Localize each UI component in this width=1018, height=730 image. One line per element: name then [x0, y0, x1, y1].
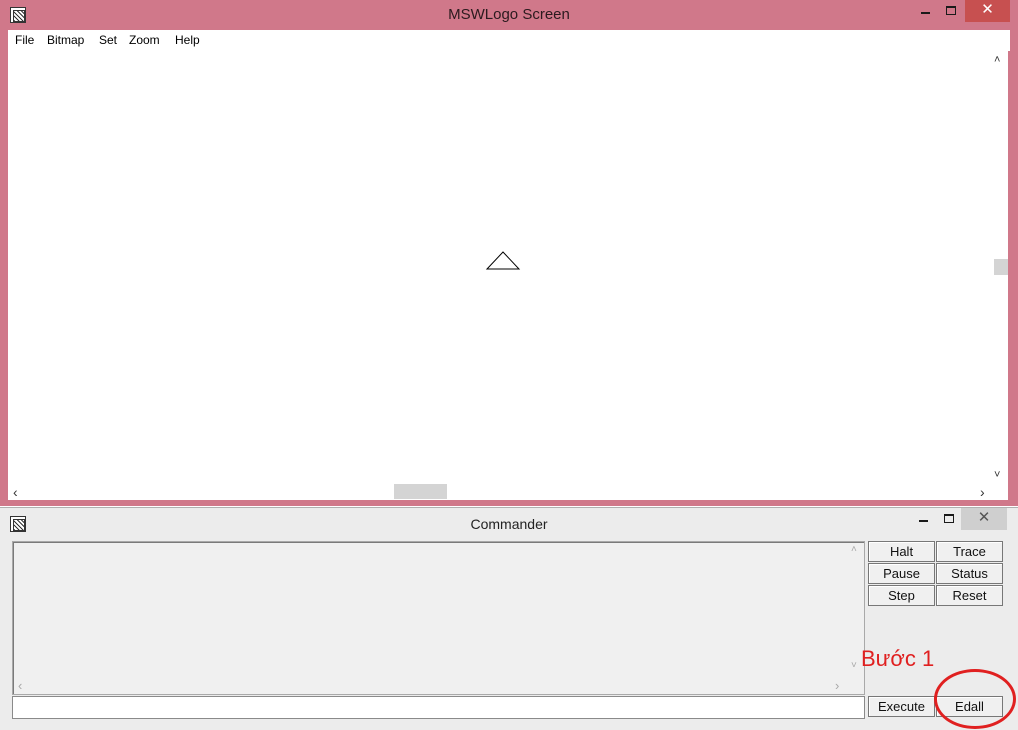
output-scroll-up-icon[interactable]: ˄: [851, 544, 857, 555]
reset-button[interactable]: Reset: [936, 585, 1003, 606]
command-input[interactable]: [12, 696, 865, 719]
halt-button[interactable]: Halt: [868, 541, 935, 562]
status-button[interactable]: Status: [936, 563, 1003, 584]
maximize-button[interactable]: [939, 0, 963, 22]
close-button[interactable]: ✕: [965, 0, 1010, 22]
commander-maximize-button[interactable]: [937, 508, 961, 530]
close-icon: ✕: [977, 509, 991, 526]
output-scroll-down-icon[interactable]: ˅: [851, 660, 857, 671]
scroll-up-icon[interactable]: ˄: [994, 54, 1000, 66]
commander-titlebar[interactable]: Commander ✕: [0, 508, 1018, 538]
commander-window: Commander ✕ ˄ ˅ ‹ › Halt Trace Pause Sta…: [0, 507, 1018, 730]
execute-button[interactable]: Execute: [868, 696, 935, 717]
menu-help[interactable]: Help: [175, 33, 200, 47]
maximize-icon: [946, 6, 956, 15]
commander-close-button[interactable]: ✕: [961, 508, 1007, 530]
menu-zoom[interactable]: Zoom: [129, 33, 160, 47]
drawing-canvas[interactable]: [8, 51, 1008, 483]
menu-bar: File Bitmap Set Zoom Help: [8, 30, 1010, 51]
annotation-step-label: Bước 1: [861, 646, 935, 671]
scroll-left-icon[interactable]: ‹: [13, 485, 18, 499]
output-scroll-right-icon[interactable]: ›: [835, 678, 839, 693]
annotation-highlight-circle: [934, 669, 1016, 729]
scroll-down-icon[interactable]: ˅: [994, 469, 1000, 481]
step-button[interactable]: Step: [868, 585, 935, 606]
trace-button[interactable]: Trace: [936, 541, 1003, 562]
scroll-right-icon[interactable]: ›: [980, 485, 985, 499]
horizontal-scroll-thumb[interactable]: [394, 484, 447, 499]
horizontal-scrollbar[interactable]: [8, 483, 1008, 500]
turtle-triangle-icon: [485, 251, 521, 270]
close-icon: ✕: [981, 1, 994, 18]
pause-button[interactable]: Pause: [868, 563, 935, 584]
main-titlebar[interactable]: MSWLogo Screen ✕: [0, 0, 1018, 30]
maximize-icon: [944, 514, 954, 523]
commander-minimize-button[interactable]: [911, 508, 935, 530]
minimize-icon: [918, 520, 928, 522]
main-window-title: MSWLogo Screen: [448, 6, 570, 23]
minimize-icon: [920, 12, 930, 14]
menu-file[interactable]: File: [15, 33, 34, 47]
output-scroll-left-icon[interactable]: ‹: [18, 678, 22, 693]
commander-title: Commander: [470, 516, 548, 532]
mswlogo-screen-window: MSWLogo Screen ✕ File Bitmap Set Zoom He…: [0, 0, 1018, 506]
commander-output-area[interactable]: ˄ ˅ ‹ ›: [12, 541, 865, 695]
minimize-button[interactable]: [913, 0, 937, 22]
menu-set[interactable]: Set: [99, 33, 117, 47]
vertical-scroll-thumb[interactable]: [994, 259, 1008, 275]
menu-bitmap[interactable]: Bitmap: [47, 33, 84, 47]
